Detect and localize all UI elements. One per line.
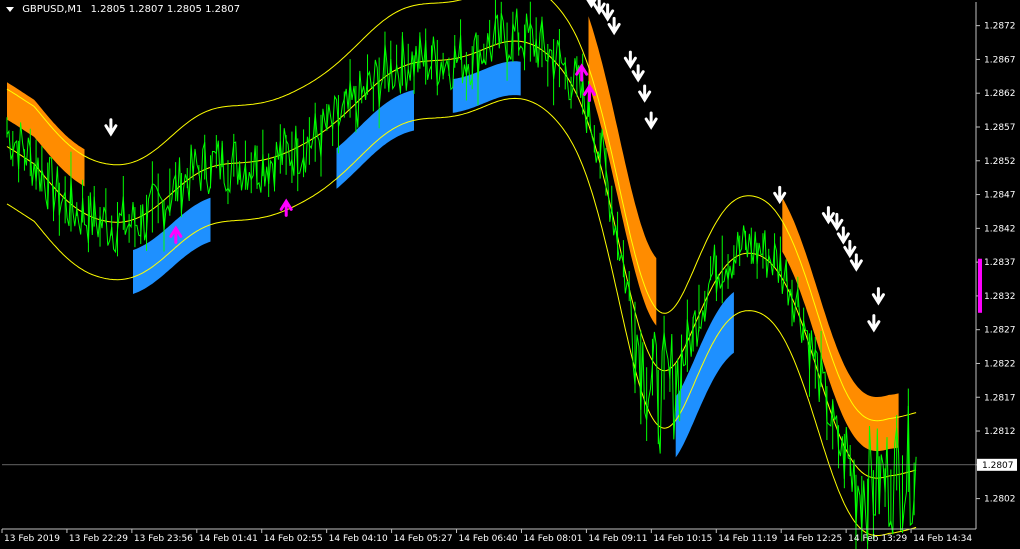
bullish-cloud-segment: [133, 197, 211, 294]
sell-arrow-icon: [623, 50, 637, 70]
sell-arrow-icon: [843, 239, 857, 259]
sell-arrow-icon: [849, 253, 863, 272]
time-tick-label: 14 Feb 05:27: [394, 534, 453, 544]
price-tick-label: 1.2847: [984, 191, 1016, 201]
price-chart[interactable]: 1.2872 1.2867 1.2862 1.2857 1.2852 1.2847 1.28…: [0, 0, 1020, 549]
bearish-cloud-segment: [588, 16, 657, 326]
time-tick-label: 14 Feb 14:34: [913, 534, 972, 544]
sell-arrow-icon: [104, 118, 118, 137]
sell-arrow-icon: [871, 287, 885, 306]
sell-arrow-icon: [773, 185, 787, 205]
sell-arrow-icon: [836, 226, 850, 245]
time-tick-label: 14 Feb 10:15: [653, 534, 712, 544]
sell-arrow-icon: [644, 111, 658, 130]
price-tick-label: 1.2862: [984, 89, 1016, 99]
price-tick-label: 1.2867: [984, 55, 1016, 65]
time-tick-label: 13 Feb 2019: [4, 534, 60, 544]
current-price-label: 1.2807: [982, 461, 1014, 471]
price-tick-label: 1.2827: [984, 326, 1016, 336]
sell-arrow-icon: [607, 16, 621, 36]
price-tick-label: 1.2852: [984, 157, 1016, 167]
time-tick-label: 14 Feb 09:11: [588, 534, 647, 544]
time-tick-label: 14 Feb 04:10: [329, 534, 388, 544]
time-tick-label: 14 Feb 02:55: [264, 534, 323, 544]
time-tick-label: 14 Feb 01:41: [199, 534, 258, 544]
sell-arrow-icon: [631, 64, 645, 83]
time-tick-label: 13 Feb 22:29: [69, 534, 128, 544]
chart-window[interactable]: GBPUSD,M1 1.2805 1.2807 1.2805 1.2807 1.…: [0, 0, 1020, 549]
time-ticks: 13 Feb 2019 13 Feb 22:29 13 Feb 23:56 14 Fe…: [1, 529, 972, 544]
price-tick-label: 1.2832: [984, 292, 1016, 302]
sell-arrow-icon: [638, 84, 652, 103]
time-tick-label: 14 Feb 13:29: [848, 534, 907, 544]
price-tick-label: 1.2872: [984, 22, 1016, 32]
time-tick-label: 13 Feb 23:56: [134, 534, 193, 544]
indicator-marker: [978, 258, 982, 313]
price-tick-label: 1.2837: [984, 258, 1016, 268]
price-tick-label: 1.2802: [984, 495, 1016, 505]
sell-arrow-icon: [867, 314, 881, 333]
time-tick-label: 14 Feb 06:40: [459, 534, 518, 544]
price-tick-label: 1.2842: [984, 224, 1016, 234]
price-tick-label: 1.2822: [984, 359, 1016, 369]
lower-band-line: [6, 97, 917, 536]
time-tick-label: 14 Feb 12:25: [783, 534, 842, 544]
time-tick-label: 14 Feb 11:19: [718, 534, 777, 544]
price-tick-label: 1.2812: [984, 427, 1016, 437]
price-tick-label: 1.2857: [984, 123, 1016, 133]
buy-arrow-icon: [279, 198, 293, 217]
time-tick-label: 14 Feb 08:01: [523, 534, 582, 544]
price-tick-label: 1.2817: [984, 393, 1016, 403]
current-price-label-group: 1.2807: [977, 458, 1017, 471]
